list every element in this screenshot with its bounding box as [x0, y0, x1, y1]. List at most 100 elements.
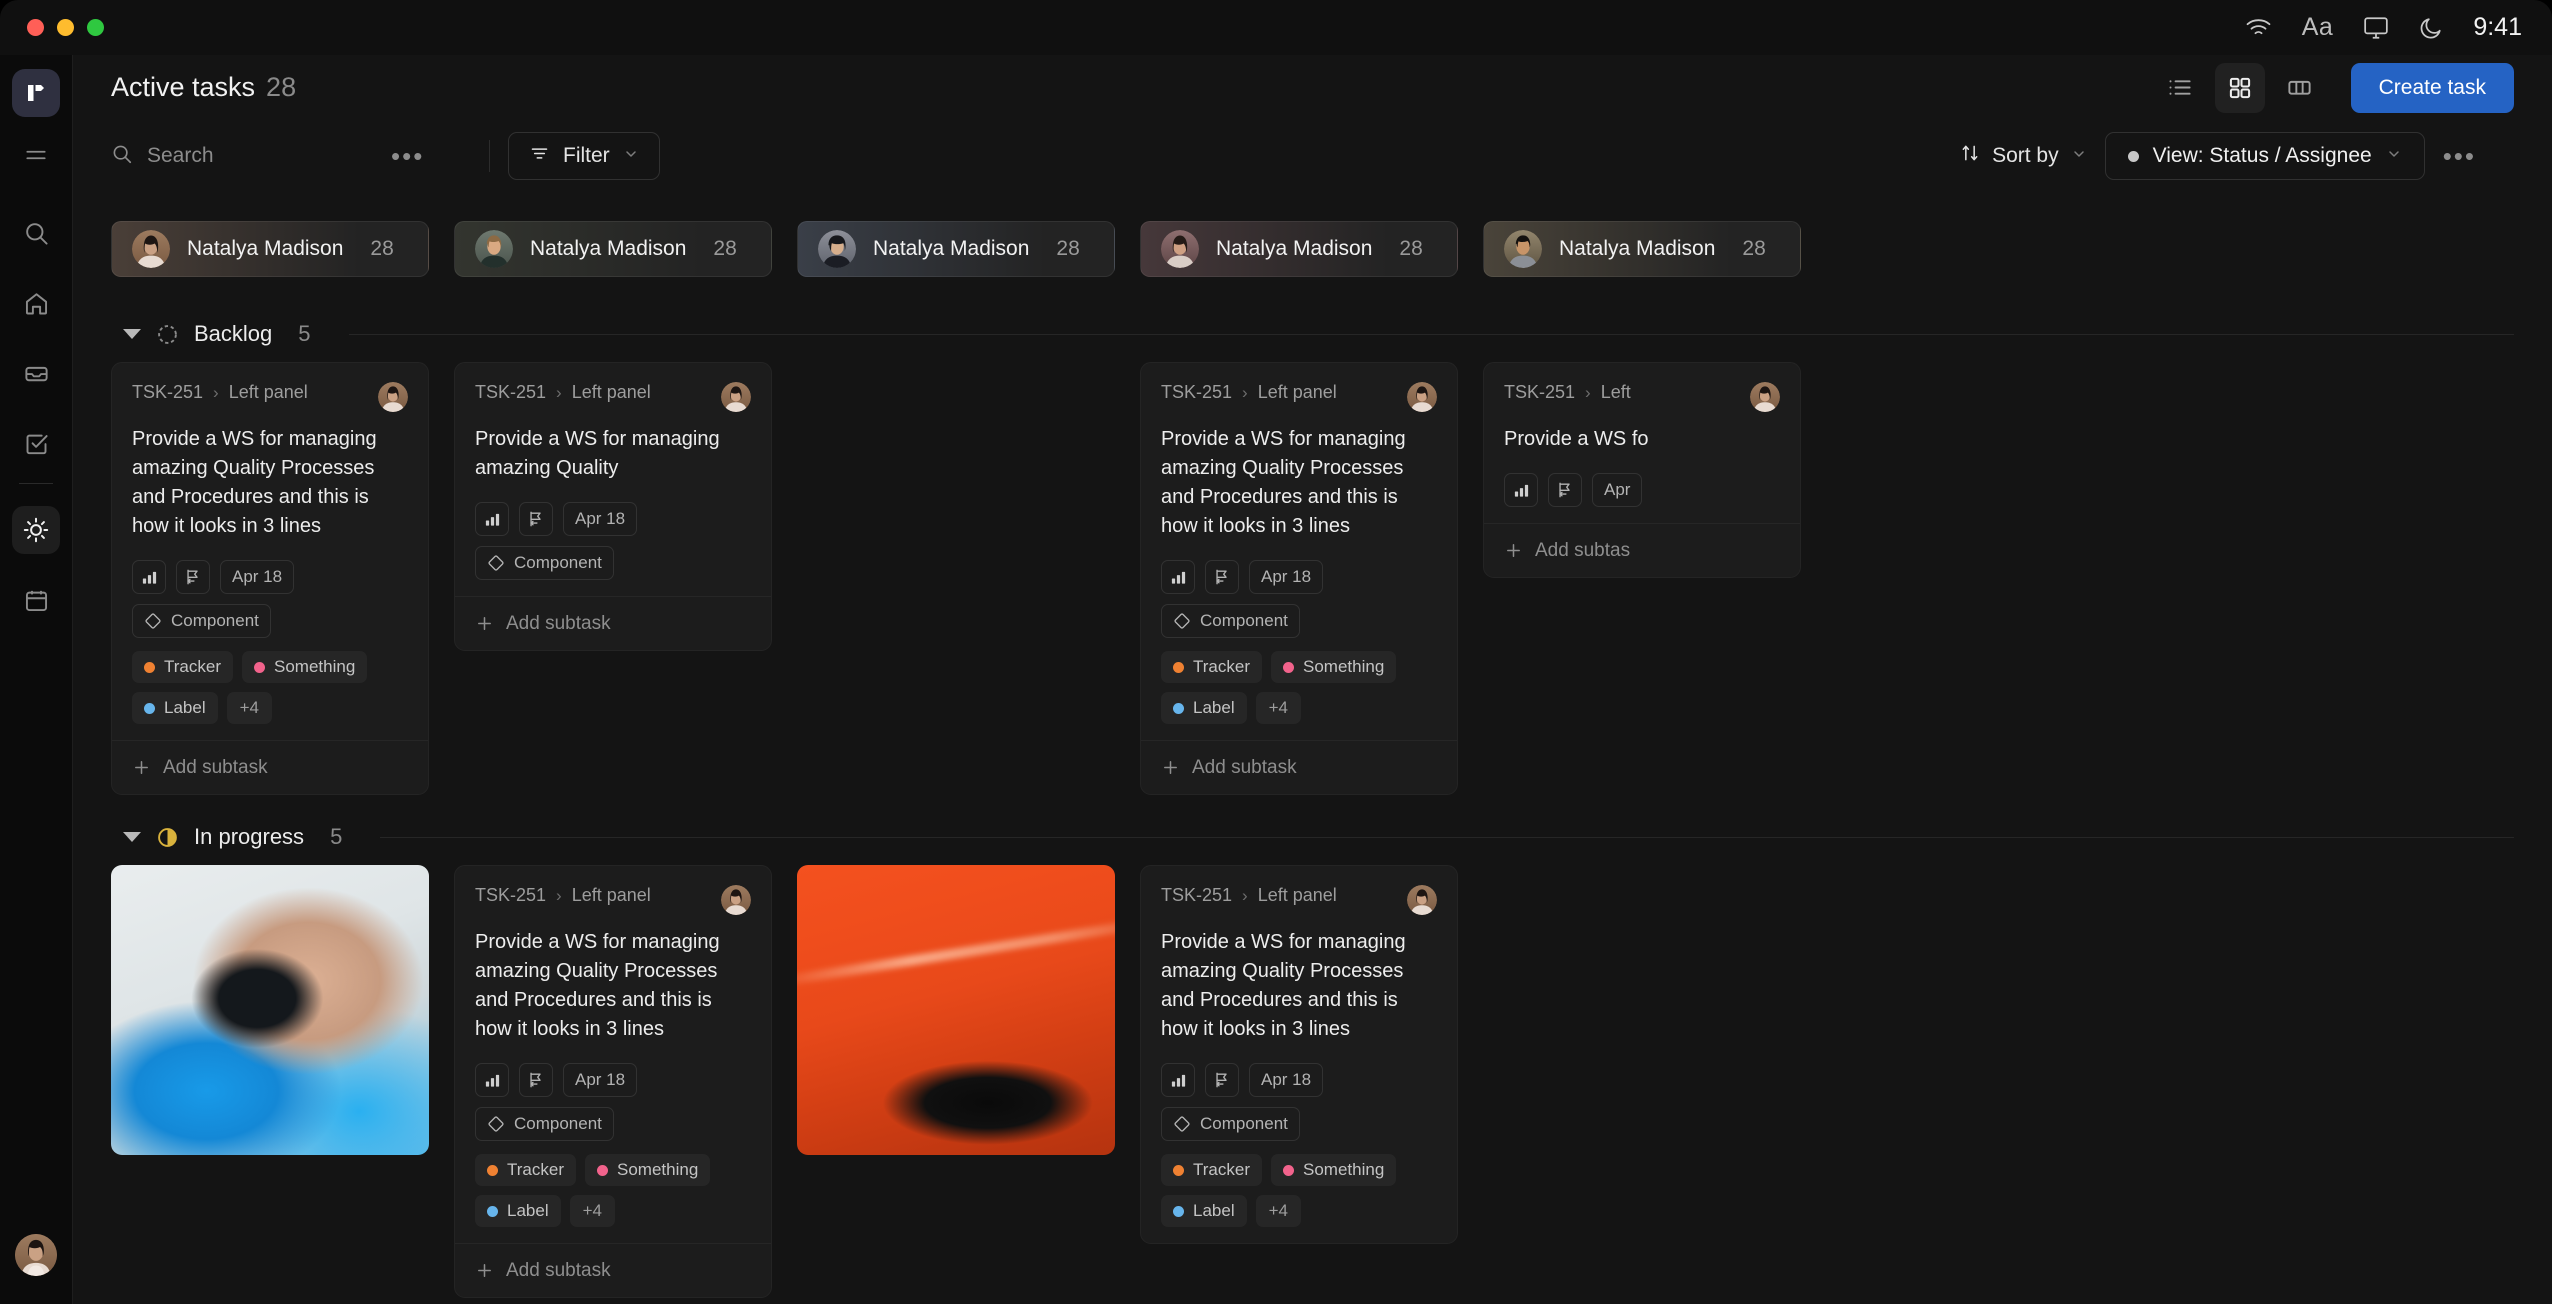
add-subtask-button[interactable]: Add subtas	[1484, 523, 1800, 577]
home-icon[interactable]	[12, 279, 60, 327]
minimize-window-button[interactable]	[57, 19, 74, 36]
sun-icon[interactable]	[12, 506, 60, 554]
task-tag[interactable]: Label	[475, 1195, 561, 1227]
task-meta-chip[interactable]	[1548, 473, 1582, 507]
task-meta-chip[interactable]: Apr 18	[563, 1063, 637, 1097]
create-task-button[interactable]: Create task	[2351, 63, 2514, 113]
task-meta-chip[interactable]: Apr	[1592, 473, 1642, 507]
app-logo[interactable]	[12, 69, 60, 117]
assignee-column-chip[interactable]: Natalya Madison28	[111, 221, 429, 277]
task-assignee-avatar[interactable]	[721, 885, 751, 915]
task-tag[interactable]: Tracker	[132, 651, 233, 683]
breadcrumb[interactable]: TSK-251 › Left panel	[475, 885, 651, 906]
task-assignee-avatar[interactable]	[378, 382, 408, 412]
task-meta-chip[interactable]: Apr 18	[563, 502, 637, 536]
task-meta-chip[interactable]	[519, 502, 553, 536]
task-meta-chip[interactable]: Apr 18	[1249, 560, 1323, 594]
collapse-caret-icon[interactable]	[123, 329, 141, 339]
task-tag[interactable]: Tracker	[475, 1154, 576, 1186]
group-header[interactable]: Backlog5	[73, 306, 2552, 362]
task-meta-chip[interactable]: Component	[132, 604, 271, 638]
more-tags-chip[interactable]: +4	[1256, 692, 1301, 724]
calendar-icon[interactable]	[12, 576, 60, 624]
task-tag[interactable]: Tracker	[1161, 651, 1262, 683]
add-subtask-button[interactable]: Add subtask	[1141, 740, 1457, 794]
display-icon[interactable]	[2363, 16, 2389, 40]
search-icon[interactable]	[12, 209, 60, 257]
task-meta-chip[interactable]: Component	[1161, 1107, 1300, 1141]
add-subtask-button[interactable]: Add subtask	[455, 596, 771, 650]
task-meta-chip[interactable]	[1205, 1063, 1239, 1097]
task-tag[interactable]: Something	[585, 1154, 710, 1186]
task-card[interactable]: TSK-251 › Left panel Provide a WS for ma…	[454, 362, 772, 651]
breadcrumb[interactable]: TSK-251 › Left panel	[132, 382, 308, 403]
task-tag[interactable]: Something	[1271, 651, 1396, 683]
assignee-column-chip[interactable]: Natalya Madison28	[797, 221, 1115, 277]
task-meta-chip[interactable]: Component	[475, 1107, 614, 1141]
search-input[interactable]	[147, 144, 377, 168]
assignee-column-chip[interactable]: Natalya Madison28	[1140, 221, 1458, 277]
task-assignee-avatar[interactable]	[1407, 885, 1437, 915]
assignee-column-chip[interactable]: Natalya Madison28	[1483, 221, 1801, 277]
task-meta-chip[interactable]: Component	[475, 546, 614, 580]
filter-button[interactable]: Filter	[508, 132, 660, 180]
breadcrumb[interactable]: TSK-251 › Left panel	[1161, 382, 1337, 403]
add-subtask-button[interactable]: Add subtask	[455, 1243, 771, 1297]
task-tag[interactable]: Label	[1161, 692, 1247, 724]
task-assignee-avatar[interactable]	[721, 382, 751, 412]
list-view-icon[interactable]	[2155, 63, 2205, 113]
search-box[interactable]: •••	[111, 143, 471, 170]
breadcrumb[interactable]: TSK-251 › Left	[1504, 382, 1631, 403]
task-card-photo[interactable]	[797, 865, 1115, 1155]
task-tag[interactable]: Label	[132, 692, 218, 724]
add-subtask-button[interactable]: Add subtask	[112, 740, 428, 794]
maximize-window-button[interactable]	[87, 19, 104, 36]
breadcrumb[interactable]: TSK-251 › Left panel	[1161, 885, 1337, 906]
hamburger-menu-icon[interactable]	[12, 131, 60, 179]
task-assignee-avatar[interactable]	[1750, 382, 1780, 412]
task-tag[interactable]: Something	[242, 651, 367, 683]
assignee-column-chip[interactable]: Natalya Madison28	[454, 221, 772, 277]
more-tags-chip[interactable]: +4	[570, 1195, 615, 1227]
search-more-icon[interactable]: •••	[391, 143, 424, 169]
task-meta-chip[interactable]	[176, 560, 210, 594]
tasks-check-icon[interactable]	[12, 419, 60, 467]
task-card[interactable]: TSK-251 › Left panel Provide a WS for ma…	[1140, 865, 1458, 1244]
task-card[interactable]: TSK-251 › Left panel Provide a WS for ma…	[111, 362, 429, 795]
text-size-icon[interactable]: Aa	[2302, 13, 2334, 42]
task-meta-chip[interactable]	[475, 502, 509, 536]
task-meta-chip[interactable]: Apr 18	[1249, 1063, 1323, 1097]
task-meta-chip[interactable]	[1504, 473, 1538, 507]
task-meta-chip[interactable]	[475, 1063, 509, 1097]
task-card[interactable]: TSK-251 › Left Provide a WS fo Apr	[1483, 362, 1801, 578]
inbox-icon[interactable]	[12, 349, 60, 397]
task-tag[interactable]: Something	[1271, 1154, 1396, 1186]
more-tags-chip[interactable]: +4	[1256, 1195, 1301, 1227]
user-avatar[interactable]	[15, 1234, 57, 1276]
task-meta-chip[interactable]	[519, 1063, 553, 1097]
task-meta-chip[interactable]: Component	[1161, 604, 1300, 638]
close-window-button[interactable]	[27, 19, 44, 36]
task-tag[interactable]: Tracker	[1161, 1154, 1262, 1186]
task-meta-chip[interactable]	[1161, 1063, 1195, 1097]
sort-by-button[interactable]: Sort by	[1960, 143, 2087, 169]
task-meta-chip[interactable]	[1205, 560, 1239, 594]
task-card-photo[interactable]	[111, 865, 429, 1155]
task-card[interactable]: TSK-251 › Left panel Provide a WS for ma…	[1140, 362, 1458, 795]
task-meta-chip[interactable]	[132, 560, 166, 594]
task-meta-chip[interactable]	[1161, 560, 1195, 594]
breadcrumb[interactable]: TSK-251 › Left panel	[475, 382, 651, 403]
columns-view-icon[interactable]	[2275, 63, 2325, 113]
moon-icon[interactable]	[2419, 16, 2443, 40]
task-card[interactable]: TSK-251 › Left panel Provide a WS for ma…	[454, 865, 772, 1298]
more-tags-chip[interactable]: +4	[227, 692, 272, 724]
toolbar-overflow-icon[interactable]: •••	[2443, 143, 2476, 169]
group-header[interactable]: In progress5	[73, 809, 2552, 865]
board-view-icon[interactable]	[2215, 63, 2265, 113]
wifi-icon[interactable]	[2245, 17, 2272, 39]
view-selector[interactable]: View: Status / Assignee	[2105, 132, 2425, 180]
collapse-caret-icon[interactable]	[123, 832, 141, 842]
task-meta-chip[interactable]: Apr 18	[220, 560, 294, 594]
task-tag[interactable]: Label	[1161, 1195, 1247, 1227]
task-assignee-avatar[interactable]	[1407, 382, 1437, 412]
